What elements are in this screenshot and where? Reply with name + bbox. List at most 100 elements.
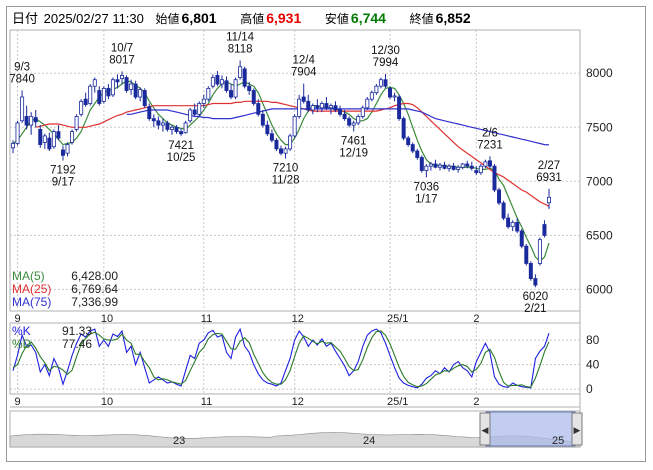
candle-body — [328, 105, 333, 109]
candle-body — [510, 221, 515, 228]
annotation-date: 2/6 — [482, 127, 498, 139]
annotation-date: 2/27 — [538, 160, 560, 172]
candle-body — [88, 85, 93, 104]
ma-legend-value: 6,428.00 — [71, 269, 118, 283]
candle-body — [65, 144, 70, 154]
candle-body — [388, 87, 393, 98]
annotation-value: 8118 — [228, 43, 253, 55]
candle-body — [219, 79, 224, 85]
navigator-year-label: 23 — [173, 435, 185, 447]
stoch-tick-label: 80 — [586, 333, 600, 347]
candle-body — [201, 98, 206, 104]
candle-body — [406, 137, 411, 145]
navigator-year-label: 24 — [363, 435, 375, 447]
candle-body — [338, 109, 343, 115]
annotation-value: 7840 — [9, 74, 35, 86]
candle-body — [106, 87, 111, 97]
candle-body — [497, 189, 502, 204]
candle-body — [506, 217, 511, 228]
candle-body — [469, 165, 474, 169]
candle-body — [192, 109, 197, 115]
stoch-date-tick-label: 10 — [101, 396, 113, 408]
candle-body — [369, 92, 374, 100]
candle-body — [133, 83, 138, 98]
candle-body — [156, 120, 161, 126]
stoch-tick-label: 40 — [586, 358, 600, 372]
candle-body — [206, 87, 211, 100]
stoch-date-tick-label: 11 — [201, 396, 212, 408]
stoch-tick-label: 0 — [586, 382, 593, 396]
candle-body — [260, 113, 265, 126]
candle-body — [383, 79, 388, 87]
candle-body — [233, 79, 238, 98]
candle-body — [224, 80, 229, 91]
navigator-year-label: 25 — [552, 435, 564, 447]
range-navigator[interactable]: 23 24 25 ◀ ▶ — [9, 410, 583, 448]
candle-body — [288, 135, 293, 150]
annotation-date: 9/17 — [52, 177, 74, 189]
navigator-right-arrow-icon: ▶ — [574, 425, 581, 435]
candle-body — [274, 139, 279, 150]
ma-legend-label: MA(75) — [12, 295, 51, 309]
candle-body — [242, 68, 247, 87]
candle-body — [515, 221, 520, 232]
candle-body — [442, 164, 447, 169]
candle-body — [265, 124, 270, 135]
candle-body — [33, 117, 38, 123]
price-tick-label: 6500 — [586, 228, 613, 242]
annotation-date: 10/7 — [111, 42, 133, 54]
candle-body — [378, 79, 383, 87]
candle-body — [487, 160, 492, 167]
price-tick-label: 7000 — [586, 174, 613, 188]
annotation-value: 7994 — [373, 57, 399, 69]
candle-body — [301, 96, 306, 102]
candle-body — [210, 77, 215, 87]
stoch-legend-label: %K — [12, 324, 31, 338]
candle-body — [115, 79, 120, 83]
candle-body — [433, 163, 438, 168]
annotation-value: 8017 — [109, 54, 135, 66]
candle-body — [347, 118, 352, 126]
candle-body — [483, 161, 488, 167]
stoch-legend-label: %D — [12, 337, 32, 351]
candle-body — [392, 95, 397, 98]
candle-body — [351, 122, 356, 126]
candle-body — [110, 79, 115, 96]
candle-body — [292, 116, 297, 137]
annotation-value: 7904 — [291, 67, 317, 79]
candle-body — [24, 116, 29, 126]
ma-legend-value: 7,336.99 — [71, 295, 118, 309]
price-tick-label: 7500 — [586, 120, 613, 134]
price-tick-label: 8000 — [586, 66, 613, 80]
candle-body — [120, 74, 125, 80]
candle-body — [83, 98, 88, 105]
candle-body — [297, 98, 302, 117]
candle-body — [11, 143, 15, 149]
candle-body — [415, 150, 420, 158]
candle-body — [247, 85, 252, 91]
candle-body — [428, 163, 433, 167]
candle-body — [333, 105, 338, 111]
stoch-date-tick-label: 12 — [292, 396, 304, 408]
candle-body — [342, 113, 347, 120]
candle-body — [47, 137, 52, 150]
annotation-date: 10/25 — [167, 152, 196, 164]
candle-body — [501, 202, 506, 219]
candle-body — [437, 164, 442, 168]
stock-chart: 9/37840 71929/17 10/78017 742110/25 11/14811… — [9, 29, 613, 448]
candle-body — [197, 103, 202, 115]
candle-body — [419, 157, 424, 171]
candle-body — [478, 165, 483, 174]
candle-body — [229, 90, 234, 98]
candle-body — [324, 103, 329, 109]
candle-body — [74, 116, 79, 130]
candle-body — [92, 79, 97, 87]
candle-body — [410, 144, 415, 152]
candle-body — [215, 74, 220, 85]
candle-body — [174, 126, 179, 132]
candle-body — [142, 90, 147, 107]
annotation-value: 7192 — [50, 165, 76, 177]
candle-body — [70, 131, 75, 143]
candle-body — [547, 196, 551, 204]
stoch-date-tick-label: 25/1 — [387, 396, 408, 408]
